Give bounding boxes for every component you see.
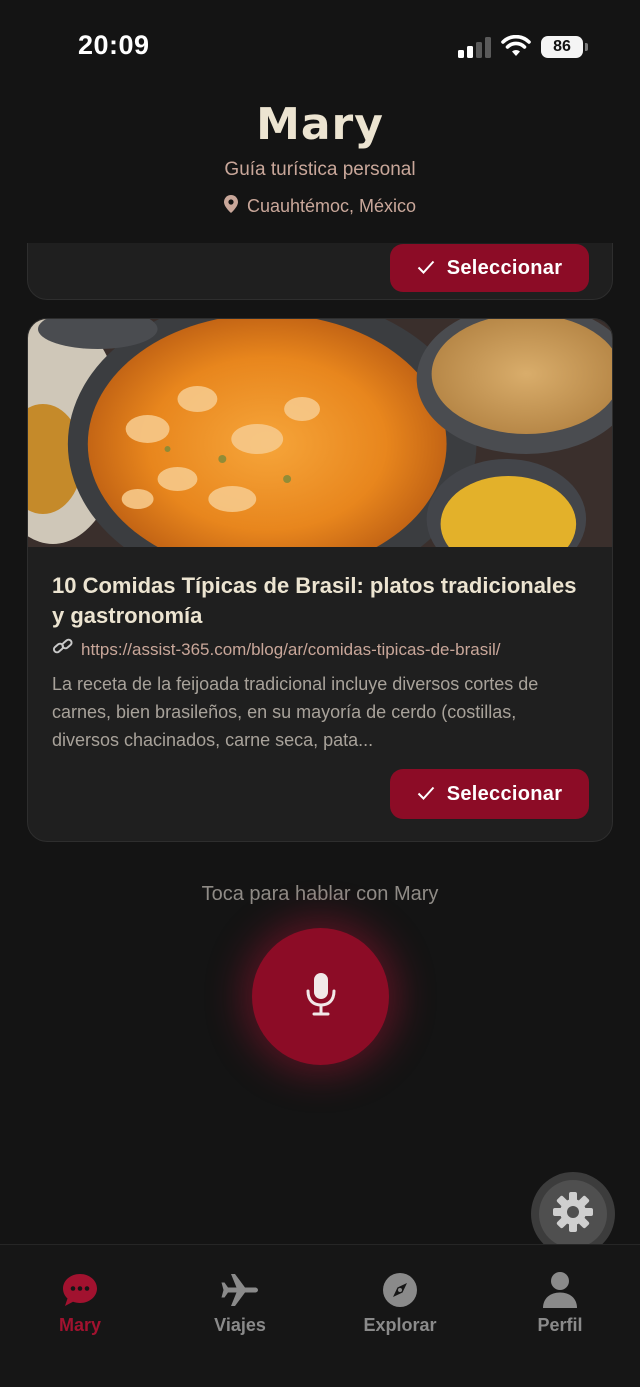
- food-photo: [28, 319, 612, 547]
- compass-icon: [382, 1271, 418, 1309]
- voice-hint: Toca para hablar con Mary: [201, 883, 439, 905]
- map-pin-icon: [223, 195, 238, 218]
- page-subtitle: Guía turística personal: [224, 159, 416, 180]
- card-url[interactable]: https://assist-365.com/blog/ar/comidas-t…: [81, 640, 501, 660]
- battery-icon: 86: [541, 36, 583, 58]
- microphone-icon: [304, 971, 338, 1022]
- tab-label: Mary: [58, 1315, 102, 1335]
- checkmark-icon: [417, 257, 435, 280]
- checkmark-icon: [417, 783, 435, 806]
- tab-explorar[interactable]: Explorar: [320, 1245, 480, 1387]
- card-body: 10 Comidas Típicas de Brasil: platos tra…: [28, 547, 612, 754]
- result-card-previous: Seleccionar: [27, 243, 613, 300]
- card-title[interactable]: 10 Comidas Típicas de Brasil: platos tra…: [52, 571, 588, 631]
- gear-icon: [551, 1190, 595, 1239]
- tab-perfil[interactable]: Perfil: [480, 1245, 640, 1387]
- tab-label: Explorar: [363, 1315, 437, 1335]
- status-time: 20:09: [78, 30, 150, 60]
- location-text: Cuauhtémoc, México: [246, 196, 417, 216]
- header: Mary Guía turística personal Cuauhtémoc,…: [0, 95, 640, 218]
- tab-viajes[interactable]: Viajes: [160, 1245, 320, 1387]
- microphone-button[interactable]: [252, 928, 389, 1065]
- settings-button-inner: [539, 1180, 607, 1248]
- results-list[interactable]: Seleccionar 10 Comidas Típicas de Brasil…: [0, 243, 640, 1243]
- person-icon: [542, 1271, 578, 1309]
- tab-mary[interactable]: Mary: [0, 1245, 160, 1387]
- select-button-label: Seleccionar: [446, 256, 563, 279]
- status-bar: 20:09 86: [0, 0, 640, 95]
- battery-tip: [585, 43, 588, 51]
- result-card[interactable]: 10 Comidas Típicas de Brasil: platos tra…: [27, 318, 613, 842]
- signal-icon: [458, 37, 492, 58]
- tab-label: Perfil: [537, 1315, 583, 1335]
- card-description: La receta de la feijoada tradicional inc…: [52, 674, 539, 750]
- page-title: Mary: [256, 99, 384, 150]
- select-button[interactable]: Seleccionar: [390, 244, 589, 292]
- tab-bar: Mary Viajes Explorar Perfil: [0, 1244, 640, 1387]
- chat-bubble-icon: [61, 1271, 99, 1309]
- select-button[interactable]: Seleccionar: [390, 769, 589, 819]
- link-icon: [52, 637, 74, 662]
- wifi-icon: [501, 34, 531, 62]
- card-url-row[interactable]: https://assist-365.com/blog/ar/comidas-t…: [52, 637, 588, 662]
- tab-label: Viajes: [214, 1315, 266, 1335]
- location-row: Cuauhtémoc, México: [0, 195, 640, 218]
- airplane-icon: [220, 1271, 260, 1309]
- select-button-label: Seleccionar: [446, 782, 563, 805]
